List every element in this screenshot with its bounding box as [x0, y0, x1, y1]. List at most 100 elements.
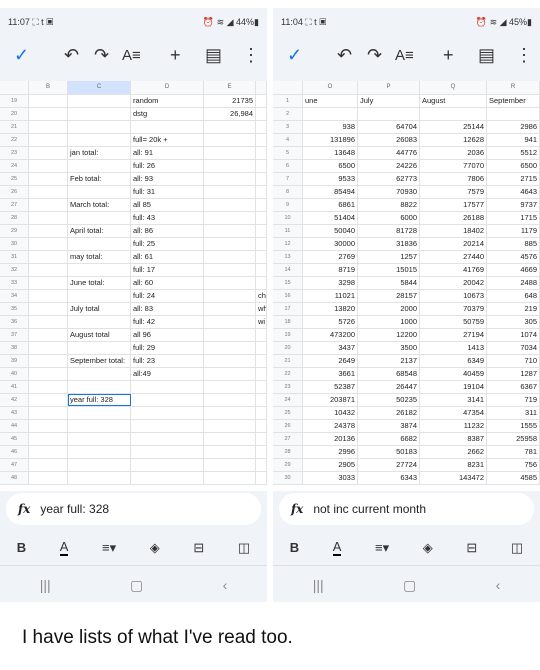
cell[interactable]: 50759 — [420, 316, 487, 328]
cell[interactable]: year full: 328 — [68, 394, 131, 406]
fill-color-icon[interactable]: ◈ — [423, 540, 433, 556]
cell[interactable] — [68, 238, 131, 250]
cell[interactable] — [68, 446, 131, 458]
cell[interactable] — [256, 446, 267, 458]
cell[interactable]: 938 — [303, 121, 358, 133]
cell[interactable]: 8822 — [358, 199, 420, 211]
cell[interactable]: all:49 — [131, 368, 204, 380]
cell[interactable]: 18402 — [420, 225, 487, 237]
comment-icon[interactable]: ▤ — [205, 45, 222, 66]
cell[interactable]: 50183 — [358, 446, 420, 458]
row-number[interactable]: 22 — [273, 368, 303, 380]
row-number[interactable]: 7 — [273, 173, 303, 185]
cell[interactable]: 26182 — [358, 407, 420, 419]
cell[interactable] — [29, 134, 68, 146]
cell[interactable]: 781 — [487, 446, 540, 458]
cell[interactable]: 19104 — [420, 381, 487, 393]
cell[interactable]: 25144 — [420, 121, 487, 133]
cell[interactable]: 1555 — [487, 420, 540, 432]
cell[interactable] — [29, 186, 68, 198]
cell[interactable] — [29, 277, 68, 289]
cell[interactable]: all: 86 — [131, 225, 204, 237]
cell[interactable] — [256, 381, 267, 393]
row-number[interactable]: 27 — [273, 433, 303, 445]
column-header[interactable]: E — [204, 81, 256, 94]
row-number[interactable]: 23 — [0, 147, 29, 159]
align-dropdown-icon[interactable]: ≡▾ — [102, 540, 116, 556]
cell[interactable] — [68, 121, 131, 133]
cell[interactable]: 10432 — [303, 407, 358, 419]
cell[interactable]: April total: — [68, 225, 131, 237]
cell[interactable]: 756 — [487, 459, 540, 471]
row-number[interactable]: 24 — [0, 160, 29, 172]
cell[interactable] — [204, 368, 256, 380]
cell[interactable]: 2662 — [420, 446, 487, 458]
row-number[interactable]: 29 — [273, 459, 303, 471]
row-number[interactable]: 10 — [273, 212, 303, 224]
row-number[interactable]: 33 — [0, 277, 29, 289]
cell[interactable]: full: 25 — [131, 238, 204, 250]
cell[interactable]: 11232 — [420, 420, 487, 432]
cell[interactable]: 885 — [487, 238, 540, 250]
back-icon[interactable]: ‹ — [223, 577, 228, 593]
cell[interactable] — [204, 212, 256, 224]
cell[interactable]: September total: — [68, 355, 131, 367]
cell[interactable] — [131, 446, 204, 458]
cell[interactable]: 26447 — [358, 381, 420, 393]
cell[interactable]: 2715 — [487, 173, 540, 185]
cell[interactable]: June total: — [68, 277, 131, 289]
row-number[interactable]: 15 — [273, 277, 303, 289]
cell[interactable] — [204, 459, 256, 471]
cell[interactable] — [204, 472, 256, 484]
cell[interactable] — [68, 160, 131, 172]
cell[interactable] — [29, 160, 68, 172]
row-number[interactable]: 20 — [0, 108, 29, 120]
row-number[interactable]: 44 — [0, 420, 29, 432]
cell[interactable]: 20042 — [420, 277, 487, 289]
formula-input[interactable]: not inc current month — [313, 502, 426, 516]
cell[interactable]: 5512 — [487, 147, 540, 159]
cell[interactable] — [204, 329, 256, 341]
row-number[interactable]: 39 — [0, 355, 29, 367]
cell[interactable] — [256, 368, 267, 380]
cell[interactable] — [204, 225, 256, 237]
cell[interactable]: 710 — [487, 355, 540, 367]
cell[interactable]: 70930 — [358, 186, 420, 198]
cell[interactable]: 20214 — [420, 238, 487, 250]
cell[interactable] — [204, 199, 256, 211]
column-header[interactable]: C — [68, 81, 131, 94]
cell[interactable] — [256, 225, 267, 237]
column-header[interactable]: O — [303, 81, 358, 94]
cell[interactable]: 24226 — [358, 160, 420, 172]
back-icon[interactable]: ‹ — [496, 577, 501, 593]
formula-bar[interactable]: fx year full: 328 — [6, 493, 261, 525]
cell[interactable] — [68, 134, 131, 146]
cell[interactable]: random — [131, 95, 204, 107]
cell[interactable]: 5844 — [358, 277, 420, 289]
cell[interactable] — [68, 420, 131, 432]
cell[interactable] — [204, 173, 256, 185]
row-number[interactable]: 3 — [273, 121, 303, 133]
text-format-icon[interactable]: A≡ — [122, 47, 141, 64]
cell[interactable]: 3874 — [358, 420, 420, 432]
cell[interactable] — [29, 355, 68, 367]
row-number[interactable]: 24 — [273, 394, 303, 406]
row-number[interactable]: 47 — [0, 459, 29, 471]
row-number[interactable]: 23 — [273, 381, 303, 393]
cell[interactable]: 8719 — [303, 264, 358, 276]
cell[interactable] — [256, 251, 267, 263]
corner-cell[interactable] — [0, 81, 29, 94]
row-number[interactable]: 38 — [0, 342, 29, 354]
cell[interactable]: 6343 — [358, 472, 420, 484]
cell[interactable] — [29, 316, 68, 328]
cell[interactable]: 8387 — [420, 433, 487, 445]
cell[interactable] — [256, 186, 267, 198]
cell[interactable]: jan total: — [68, 147, 131, 159]
cell[interactable]: 2036 — [420, 147, 487, 159]
cell[interactable]: 28157 — [358, 290, 420, 302]
cell[interactable] — [29, 446, 68, 458]
cell[interactable]: 77070 — [420, 160, 487, 172]
cell[interactable]: all 96 — [131, 329, 204, 341]
cell[interactable]: 648 — [487, 290, 540, 302]
cell[interactable]: 81728 — [358, 225, 420, 237]
